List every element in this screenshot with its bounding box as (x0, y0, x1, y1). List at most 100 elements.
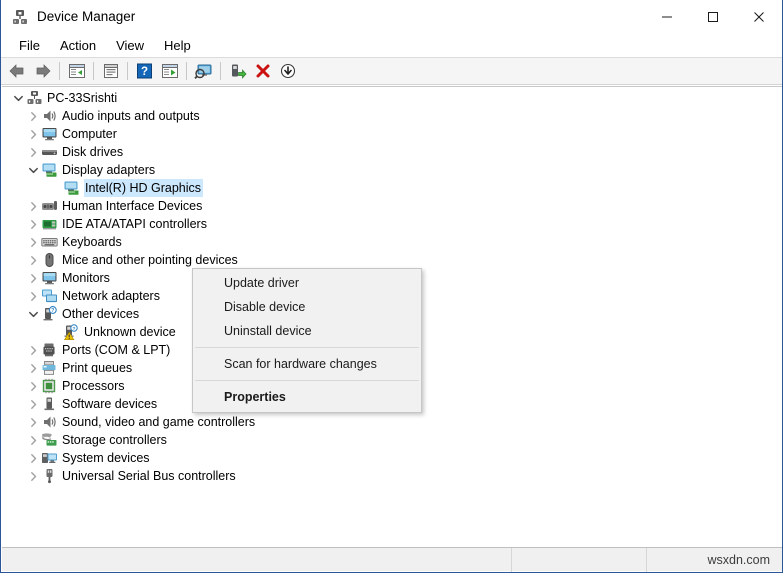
context-menu-item-uninstall-device[interactable]: Uninstall device (193, 319, 421, 343)
show-hide-console-tree-icon (68, 64, 85, 78)
expand-toggle-collapsed[interactable] (25, 126, 41, 142)
tree-item[interactable]: Computer (2, 125, 782, 143)
disable-device-icon (280, 63, 295, 79)
expand-toggle-collapsed[interactable] (25, 234, 41, 250)
properties-button[interactable] (98, 60, 123, 83)
maximize-button[interactable] (690, 0, 736, 33)
expand-toggle-collapsed[interactable] (25, 342, 41, 358)
tree-item-label: Ports (COM & LPT) (62, 343, 171, 357)
menu-file[interactable]: File (9, 36, 50, 55)
tree-item[interactable]: Human Interface Devices (2, 197, 782, 215)
expand-toggle-collapsed[interactable] (25, 198, 41, 214)
tree-item-label: Computer (62, 127, 117, 141)
toolbar-separator (220, 62, 221, 80)
svg-text:?: ? (73, 326, 76, 332)
close-button[interactable] (736, 0, 782, 33)
context-menu-item-properties[interactable]: Properties (193, 385, 421, 409)
context-menu-item-disable-device[interactable]: Disable device (193, 295, 421, 319)
tree-item-label: System devices (62, 451, 150, 465)
expand-toggle-collapsed[interactable] (25, 468, 41, 484)
expand-toggle-expanded[interactable] (25, 162, 41, 178)
tree-item[interactable]: Storage controllers (2, 431, 782, 449)
update-driver-button[interactable] (157, 60, 182, 83)
show-hide-console-tree-button[interactable] (64, 60, 89, 83)
menu-help[interactable]: Help (154, 36, 201, 55)
enable-device-button[interactable] (225, 60, 250, 83)
svg-text:?: ? (51, 308, 54, 314)
expand-toggle-collapsed[interactable] (25, 450, 41, 466)
unknown-device-warning-icon: ? (63, 324, 80, 340)
tree-item[interactable]: Sound, video and game controllers (2, 413, 782, 431)
expand-toggle-expanded[interactable] (10, 90, 26, 106)
tree-item-label: Audio inputs and outputs (62, 109, 200, 123)
disable-device-button[interactable] (275, 60, 300, 83)
tree-item-label: Human Interface Devices (62, 199, 203, 213)
expand-toggle-collapsed[interactable] (25, 378, 41, 394)
caption-buttons (644, 0, 782, 33)
status-bar-main (2, 547, 512, 572)
expand-toggle-collapsed[interactable] (25, 396, 41, 412)
context-menu-separator (195, 380, 419, 381)
tree-item-label: PC-33Srishti (47, 91, 118, 105)
tree-item-label: Software devices (62, 397, 158, 411)
processor-icon (41, 378, 58, 394)
device-manager-icon (11, 8, 29, 26)
chevron-right-icon (30, 219, 36, 229)
tree-item[interactable]: Audio inputs and outputs (2, 107, 782, 125)
tree-item-label: Universal Serial Bus controllers (62, 469, 236, 483)
expand-toggle-collapsed[interactable] (25, 360, 41, 376)
enable-device-icon (231, 64, 246, 79)
expand-toggle-collapsed[interactable] (25, 108, 41, 124)
tree-item[interactable]: Mice and other pointing devices (2, 251, 782, 269)
help-button[interactable]: ? (132, 60, 157, 83)
scan-hardware-changes-button[interactable] (191, 60, 216, 83)
tree-item-label: Mice and other pointing devices (62, 253, 238, 267)
context-menu[interactable]: Update driver Disable device Uninstall d… (192, 268, 422, 413)
display-adapter-icon (63, 180, 80, 196)
tree-item[interactable]: Universal Serial Bus controllers (2, 467, 782, 485)
expand-toggle-collapsed[interactable] (25, 414, 41, 430)
tree-item[interactable]: IDE ATA/ATAPI controllers (2, 215, 782, 233)
chevron-right-icon (30, 111, 36, 121)
menu-view[interactable]: View (106, 36, 154, 55)
tree-item[interactable]: System devices (2, 449, 782, 467)
expand-toggle-collapsed[interactable] (25, 144, 41, 160)
tree-item[interactable]: Keyboards (2, 233, 782, 251)
chevron-right-icon (30, 273, 36, 283)
status-bar: wsxdn.com (2, 547, 782, 572)
back-button[interactable] (5, 60, 30, 83)
expand-toggle-collapsed[interactable] (25, 216, 41, 232)
chevron-down-icon (13, 95, 23, 101)
context-menu-item-update-driver[interactable]: Update driver (193, 271, 421, 295)
context-menu-item-scan-for-hardware-changes[interactable]: Scan for hardware changes (193, 352, 421, 376)
tree-item-label: Print queues (62, 361, 133, 375)
menu-action[interactable]: Action (50, 36, 106, 55)
tree-item-label: Intel(R) HD Graphics (84, 179, 203, 197)
toolbar: ? (1, 58, 782, 85)
expand-toggle-collapsed[interactable] (25, 252, 41, 268)
expand-toggle-expanded[interactable] (25, 306, 41, 322)
port-icon (41, 342, 58, 358)
network-adapter-icon (41, 288, 58, 304)
chevron-right-icon (30, 237, 36, 247)
svg-text:?: ? (141, 66, 148, 78)
expand-toggle-collapsed[interactable] (25, 270, 41, 286)
tree-item[interactable]: Display adapters (2, 161, 782, 179)
expand-toggle-none (47, 180, 63, 196)
tree-item[interactable]: Intel(R) HD Graphics (2, 179, 782, 197)
uninstall-device-button[interactable] (250, 60, 275, 83)
expand-toggle-collapsed[interactable] (25, 432, 41, 448)
tree-item[interactable]: PC-33Srishti (2, 89, 782, 107)
chevron-right-icon (30, 147, 36, 157)
tree-item[interactable]: Disk drives (2, 143, 782, 161)
expand-toggle-none (47, 324, 63, 340)
chevron-right-icon (30, 435, 36, 445)
tree-item-label: Sound, video and game controllers (62, 415, 256, 429)
chevron-right-icon (30, 453, 36, 463)
minimize-button[interactable] (644, 0, 690, 33)
expand-toggle-collapsed[interactable] (25, 288, 41, 304)
speaker-icon (41, 108, 58, 124)
forward-button[interactable] (30, 60, 55, 83)
back-icon (9, 64, 24, 78)
device-tree-panel[interactable]: PC-33Srishti Audio inputs and outputs Comp… (2, 86, 782, 547)
